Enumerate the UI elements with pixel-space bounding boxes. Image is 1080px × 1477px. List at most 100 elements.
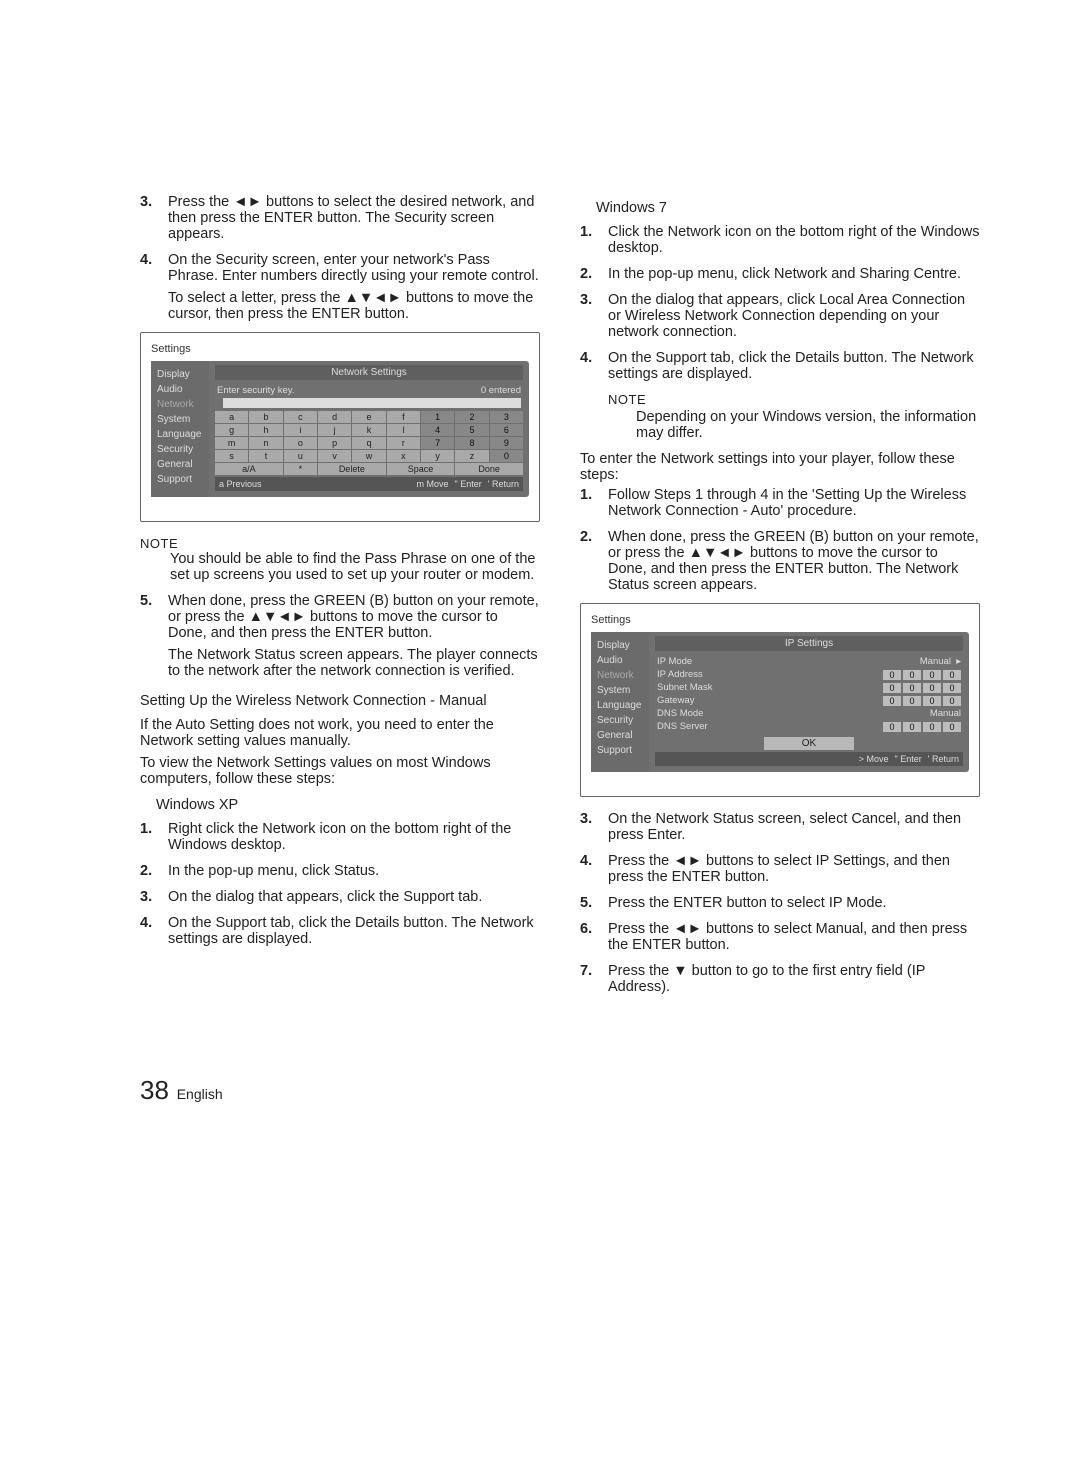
step-body: Press the ▼ button to go to the first en… bbox=[608, 963, 980, 995]
key-delete[interactable]: Delete bbox=[318, 463, 386, 475]
ui-counter: 0 entered bbox=[481, 385, 521, 396]
key[interactable]: 3 bbox=[490, 411, 523, 423]
side-network: Network bbox=[591, 668, 649, 683]
step-body: On the Support tab, click the Details bu… bbox=[168, 915, 540, 947]
ui-title: Settings bbox=[151, 343, 529, 355]
key[interactable]: r bbox=[387, 437, 420, 449]
key[interactable]: c bbox=[284, 411, 317, 423]
key[interactable]: t bbox=[249, 450, 282, 462]
key-done[interactable]: Done bbox=[455, 463, 523, 475]
side-system: System bbox=[591, 683, 649, 698]
step-subtext: The Network Status screen appears. The p… bbox=[168, 647, 540, 679]
step-num: 2. bbox=[580, 529, 608, 593]
foot-prev: a Previous bbox=[219, 479, 262, 489]
key[interactable]: h bbox=[249, 424, 282, 436]
heading-manual: Setting Up the Wireless Network Connecti… bbox=[140, 693, 540, 709]
key[interactable]: g bbox=[215, 424, 248, 436]
row-label: Subnet Mask bbox=[657, 682, 712, 693]
key[interactable]: 9 bbox=[490, 437, 523, 449]
enter-step-3: 3.On the Network Status screen, select C… bbox=[580, 811, 980, 843]
step-5: 5. When done, press the GREEN (B) button… bbox=[140, 593, 540, 679]
step-num: 5. bbox=[580, 895, 608, 911]
ui-network-settings: Settings Display Audio Network System La… bbox=[140, 332, 540, 522]
key[interactable]: l bbox=[387, 424, 420, 436]
key[interactable]: d bbox=[318, 411, 351, 423]
ui-input-row bbox=[215, 397, 523, 409]
key[interactable]: 5 bbox=[455, 424, 488, 436]
key-star[interactable]: * bbox=[284, 463, 317, 475]
step-body: On the Security screen, enter your netwo… bbox=[168, 252, 540, 322]
key[interactable]: b bbox=[249, 411, 282, 423]
step-num: 4. bbox=[580, 853, 608, 885]
page-lang: English bbox=[177, 1086, 223, 1102]
ui-footer: > Move " Enter ' Return bbox=[655, 752, 963, 766]
step-body: Follow Steps 1 through 4 in the 'Setting… bbox=[608, 487, 980, 519]
key[interactable]: o bbox=[284, 437, 317, 449]
xp-step-2: 2.In the pop-up menu, click Status. bbox=[140, 863, 540, 879]
side-support: Support bbox=[591, 743, 649, 758]
key[interactable]: m bbox=[215, 437, 248, 449]
key[interactable]: p bbox=[318, 437, 351, 449]
step-body: In the pop-up menu, click Network and Sh… bbox=[608, 266, 980, 282]
key-space[interactable]: Space bbox=[387, 463, 455, 475]
side-network: Network bbox=[151, 397, 209, 412]
side-audio: Audio bbox=[591, 653, 649, 668]
key[interactable]: s bbox=[215, 450, 248, 462]
key[interactable]: 1 bbox=[421, 411, 454, 423]
row-value[interactable]: Manual ▸ bbox=[920, 656, 961, 667]
key[interactable]: 0 bbox=[490, 450, 523, 462]
key[interactable]: 8 bbox=[455, 437, 488, 449]
side-language: Language bbox=[151, 427, 209, 442]
row-value[interactable]: Manual bbox=[930, 708, 961, 719]
side-display: Display bbox=[151, 367, 209, 382]
key[interactable]: u bbox=[284, 450, 317, 462]
ip-grid[interactable]: 0000 bbox=[883, 722, 961, 732]
side-language: Language bbox=[591, 698, 649, 713]
key[interactable]: a bbox=[215, 411, 248, 423]
ok-button[interactable]: OK bbox=[764, 737, 854, 750]
ui-title: Settings bbox=[591, 614, 969, 626]
key[interactable]: j bbox=[318, 424, 351, 436]
key[interactable]: 4 bbox=[421, 424, 454, 436]
step-num: 1. bbox=[140, 821, 168, 853]
step-body: Press the ENTER button to select IP Mode… bbox=[608, 895, 980, 911]
step-num: 3. bbox=[580, 811, 608, 843]
side-security: Security bbox=[591, 713, 649, 728]
key[interactable]: k bbox=[352, 424, 385, 436]
enter-settings-p: To enter the Network settings into your … bbox=[580, 451, 980, 483]
step-4: 4. On the Security screen, enter your ne… bbox=[140, 252, 540, 322]
row-label: DNS Mode bbox=[657, 708, 703, 719]
key[interactable]: y bbox=[421, 450, 454, 462]
enter-step-2: 2.When done, press the GREEN (B) button … bbox=[580, 529, 980, 593]
step-body: Press the ◄► buttons to select the desir… bbox=[168, 194, 540, 242]
key[interactable]: 2 bbox=[455, 411, 488, 423]
key[interactable]: f bbox=[387, 411, 420, 423]
key[interactable]: z bbox=[455, 450, 488, 462]
step-num: 6. bbox=[580, 921, 608, 953]
key-case[interactable]: a/A bbox=[215, 463, 283, 475]
page-footer: 38 English bbox=[0, 1065, 1080, 1146]
key[interactable]: q bbox=[352, 437, 385, 449]
ui-main: IP Settings IP Mode Manual ▸ IP Address … bbox=[649, 632, 969, 772]
foot-enter: " Enter bbox=[455, 479, 482, 489]
step-num: 4. bbox=[140, 252, 168, 322]
key[interactable]: n bbox=[249, 437, 282, 449]
ui-panel: Display Audio Network System Language Se… bbox=[591, 632, 969, 772]
key[interactable]: i bbox=[284, 424, 317, 436]
step-subtext: To select a letter, press the ▲▼◄► butto… bbox=[168, 290, 540, 322]
step-text: On the Security screen, enter your netwo… bbox=[168, 252, 539, 284]
ip-grid[interactable]: 0000 bbox=[883, 670, 961, 680]
xp-step-4: 4.On the Support tab, click the Details … bbox=[140, 915, 540, 947]
key[interactable]: 7 bbox=[421, 437, 454, 449]
row-dnsserver: DNS Server 0000 bbox=[655, 720, 963, 733]
key[interactable]: v bbox=[318, 450, 351, 462]
key[interactable]: e bbox=[352, 411, 385, 423]
ip-grid[interactable]: 0000 bbox=[883, 683, 961, 693]
key[interactable]: x bbox=[387, 450, 420, 462]
row-ipmode: IP Mode Manual ▸ bbox=[655, 655, 963, 668]
key[interactable]: 6 bbox=[490, 424, 523, 436]
ip-grid[interactable]: 0000 bbox=[883, 696, 961, 706]
security-key-input[interactable] bbox=[223, 398, 521, 408]
row-label: IP Address bbox=[657, 669, 703, 680]
key[interactable]: w bbox=[352, 450, 385, 462]
